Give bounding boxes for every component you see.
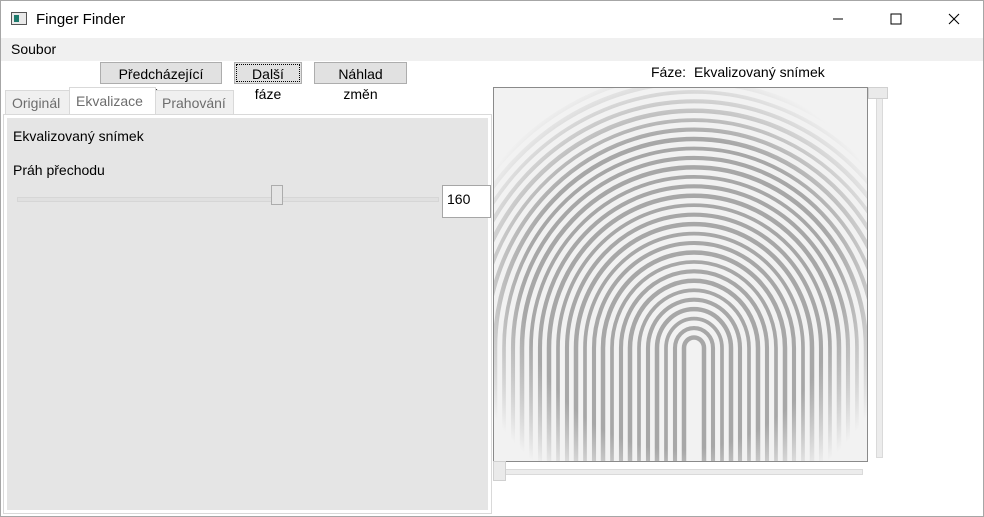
threshold-slider-track[interactable]	[17, 197, 439, 202]
preview-changes-button[interactable]: Náhlad změn	[314, 62, 407, 102]
vertical-scrollbar-track[interactable]	[876, 94, 883, 458]
app-icon	[11, 12, 27, 25]
minimize-button[interactable]	[809, 1, 867, 37]
previous-phase-button[interactable]: Předcházející fáze	[100, 62, 222, 102]
tab-ekvalizace[interactable]: Ekvalizace	[69, 87, 156, 115]
threshold-input[interactable]: 160	[442, 185, 491, 218]
fingerprint-graphic	[494, 88, 867, 461]
panel-heading: Ekvalizovaný snímek	[13, 128, 144, 144]
app-window: Finger Finder Soubor Předcházející fáze …	[0, 0, 984, 517]
settings-panel: Ekvalizovaný snímek Práh přechodu 160	[7, 118, 491, 510]
maximize-icon	[890, 13, 902, 25]
menu-soubor[interactable]: Soubor	[11, 41, 56, 57]
phase-value: Ekvalizovaný snímek	[694, 64, 825, 80]
close-button[interactable]	[925, 1, 983, 37]
minimize-icon	[833, 18, 843, 20]
threshold-label: Práh přechodu	[13, 162, 105, 178]
horizontal-scrollbar-track[interactable]	[501, 469, 863, 475]
maximize-button[interactable]	[867, 1, 925, 37]
tab-original[interactable]: Originál	[5, 90, 70, 114]
phase-label: Fáze:	[651, 64, 687, 80]
menu-bar: Soubor	[1, 38, 983, 61]
close-icon	[948, 13, 960, 25]
title-bar[interactable]: Finger Finder	[1, 1, 983, 37]
tab-prahovani[interactable]: Prahování	[155, 90, 234, 114]
threshold-slider-thumb[interactable]	[271, 185, 283, 205]
horizontal-scrollbar-thumb[interactable]	[493, 461, 506, 481]
tab-panel: Ekvalizovaný snímek Práh přechodu 160	[3, 114, 492, 514]
fingerprint-image	[493, 87, 868, 462]
window-title: Finger Finder	[36, 11, 126, 28]
next-phase-button[interactable]: Další fáze	[234, 62, 302, 102]
vertical-scrollbar-thumb[interactable]	[868, 87, 888, 99]
phase-indicator: Fáze: Ekvalizovaný snímek	[651, 64, 825, 80]
